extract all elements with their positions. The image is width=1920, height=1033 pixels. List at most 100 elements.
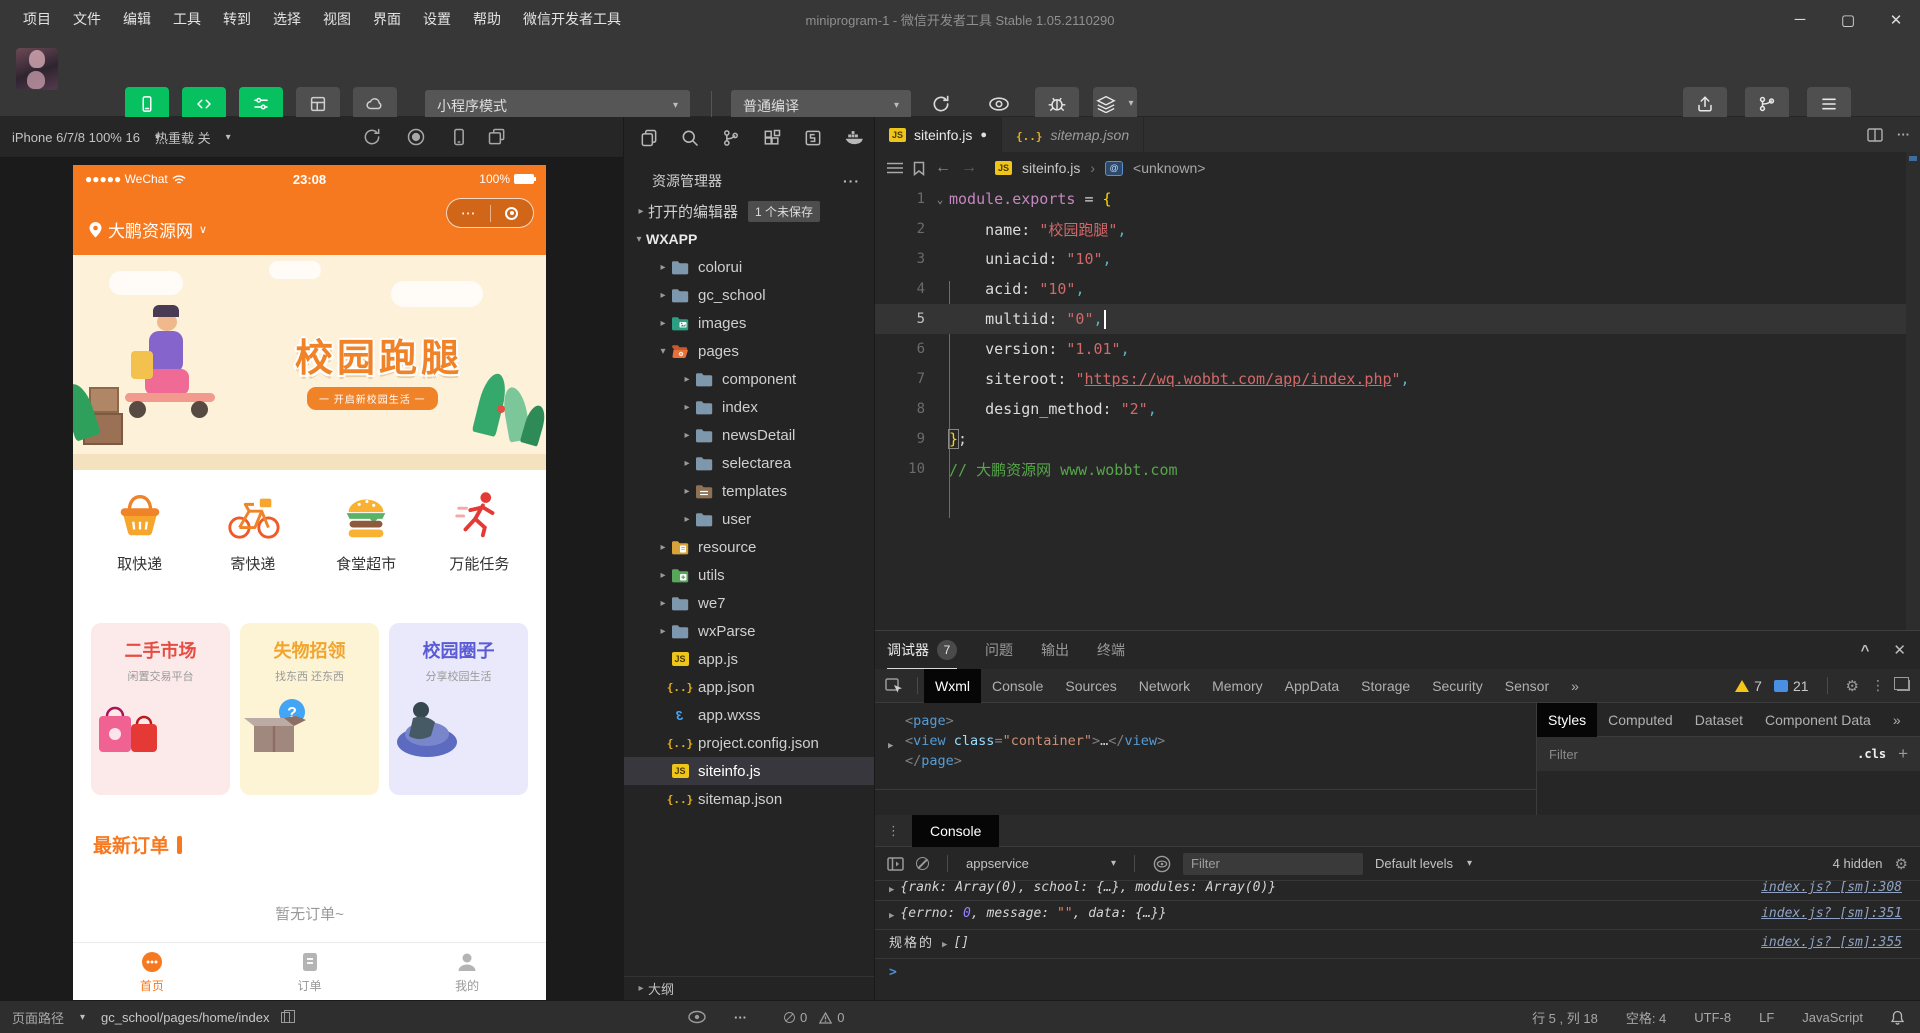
encoding[interactable]: UTF-8 — [1694, 1010, 1731, 1025]
log-levels-dropdown[interactable]: Default levels ▾ — [1375, 856, 1472, 871]
open-editors-section[interactable]: ▸ 打开的编辑器 1 个未保存 — [624, 197, 874, 225]
more-actions-icon[interactable]: ··· — [734, 1001, 747, 1033]
menu-item[interactable]: 界面 — [362, 0, 412, 39]
menu-item[interactable]: 转到 — [212, 0, 262, 39]
search-icon[interactable] — [680, 128, 700, 159]
styles-tab-Computed[interactable]: Computed — [1597, 703, 1684, 737]
tree-item-resource[interactable]: ▸resource — [624, 533, 874, 561]
tree-item-user[interactable]: ▸user — [624, 505, 874, 533]
eye-icon[interactable] — [1153, 855, 1171, 873]
more-icon[interactable]: ⋯ — [447, 204, 490, 222]
outline-list-icon[interactable] — [887, 162, 903, 174]
grid-item-bike[interactable]: 寄快递 — [209, 487, 297, 574]
capsule-close-icon[interactable] — [491, 207, 534, 220]
console-log-row[interactable]: ▶{errno: 0, message: "", data: {…}}index… — [875, 901, 1920, 930]
page-path-label[interactable]: 页面路径 — [12, 1008, 64, 1027]
context-dropdown[interactable]: appservice ▾ — [966, 856, 1116, 871]
warnings-indicator[interactable]: 7 — [1735, 678, 1762, 694]
tree-item-selectarea[interactable]: ▸selectarea — [624, 449, 874, 477]
menu-item[interactable]: 视图 — [312, 0, 362, 39]
eol-sequence[interactable]: LF — [1759, 1010, 1774, 1025]
console-log-row[interactable]: ▶{rank: Array(0), school: {…}, modules: … — [875, 881, 1920, 901]
multi-window-icon[interactable] — [487, 127, 509, 149]
menu-item[interactable]: 项目 — [12, 0, 62, 39]
grid-item-burger[interactable]: 食堂超市 — [322, 487, 410, 574]
problems-indicator[interactable]: 0 0 — [784, 1001, 844, 1033]
code-line-8[interactable]: 8 design_method: "2", — [875, 394, 1906, 424]
code-area[interactable]: 1⌄module.exports = {2 name: "校园跑腿",3 uni… — [875, 184, 1906, 630]
forward-icon[interactable]: → — [961, 159, 977, 177]
more-actions-icon[interactable]: ··· — [843, 173, 860, 189]
breadcrumb-file[interactable]: siteinfo.js — [1022, 160, 1080, 176]
panel-tab-调试器[interactable]: 调试器7 — [887, 631, 957, 669]
snippets-icon[interactable] — [803, 128, 823, 159]
hot-reload-dropdown[interactable]: 热重载 关▾ — [155, 117, 231, 158]
expand-arrow-icon[interactable]: ▶ — [942, 934, 947, 954]
close-icon[interactable]: ✕ — [1872, 0, 1920, 39]
editor-tab-sitemap.json[interactable]: {..}sitemap.json — [1002, 117, 1144, 152]
devtools-tab-Storage[interactable]: Storage — [1350, 669, 1421, 703]
undock-icon[interactable] — [1897, 680, 1910, 691]
avatar[interactable] — [16, 48, 58, 90]
tree-item-app.json[interactable]: {..}app.json — [624, 673, 874, 701]
eye-icon[interactable] — [688, 1010, 706, 1024]
tree-item-utils[interactable]: ▸utils — [624, 561, 874, 589]
source-control-icon[interactable] — [721, 128, 741, 159]
devtools-tab-Memory[interactable]: Memory — [1201, 669, 1274, 703]
tree-item-newsDetail[interactable]: ▸newsDetail — [624, 421, 874, 449]
panel-tab-问题[interactable]: 问题 — [985, 631, 1013, 669]
devtools-tab-Sensor[interactable]: Sensor — [1494, 669, 1560, 703]
menu-item[interactable]: 文件 — [62, 0, 112, 39]
expand-arrow-icon[interactable]: ▶ — [889, 881, 894, 899]
code-line-5[interactable]: 5 multiid: "0", — [875, 304, 1906, 334]
tree-item-images[interactable]: ▸images — [624, 309, 874, 337]
menu-item[interactable]: 工具 — [162, 0, 212, 39]
cls-toggle-button[interactable]: .cls — [1857, 747, 1886, 761]
menu-item[interactable]: 设置 — [412, 0, 462, 39]
source-link[interactable]: index.js? [sm]:308 — [1761, 881, 1902, 896]
phone-tab-home[interactable]: 首页 — [73, 943, 231, 1000]
kebab-menu-icon[interactable]: ⋮ — [887, 823, 900, 839]
tree-item-we7[interactable]: ▸we7 — [624, 589, 874, 617]
source-link[interactable]: index.js? [sm]:351 — [1761, 905, 1902, 922]
console-settings-gear-icon[interactable]: ⚙ — [1895, 855, 1908, 873]
notifications-bell-icon[interactable] — [1891, 1010, 1904, 1025]
wxml-node[interactable]: ▶<view class="container">…</view> — [875, 731, 1536, 751]
devtools-tab-Console[interactable]: Console — [981, 669, 1054, 703]
devtools-tab-Sources[interactable]: Sources — [1054, 669, 1127, 703]
menu-item[interactable]: 微信开发者工具 — [512, 0, 632, 39]
refresh-icon[interactable] — [362, 127, 384, 149]
unsaved-dot-icon[interactable]: ● — [980, 129, 987, 141]
bookmark-icon[interactable] — [913, 161, 925, 176]
overflow-tabs-icon[interactable]: » — [1882, 703, 1912, 737]
breadcrumb-symbol[interactable]: <unknown> — [1133, 160, 1205, 176]
devtools-tab-AppData[interactable]: AppData — [1274, 669, 1350, 703]
close-panel-icon[interactable]: ✕ — [1893, 641, 1906, 659]
tree-item-siteinfo.js[interactable]: JSsiteinfo.js — [624, 757, 874, 785]
tree-item-wxParse[interactable]: ▸wxParse — [624, 617, 874, 645]
outline-section[interactable]: ▸ 大纲 — [624, 976, 874, 1000]
feature-card[interactable]: 二手市场闲置交易平台 — [91, 623, 230, 795]
console-tab[interactable]: Console — [912, 815, 999, 847]
kebab-menu-icon[interactable]: ⋮ — [1871, 677, 1885, 694]
language-mode[interactable]: JavaScript — [1802, 1010, 1863, 1025]
fold-chevron-icon[interactable]: ⌄ — [931, 193, 949, 206]
collapse-panel-icon[interactable]: ^ — [1861, 642, 1870, 659]
code-line-3[interactable]: 3 uniacid: "10", — [875, 244, 1906, 274]
panel-tab-输出[interactable]: 输出 — [1041, 631, 1069, 669]
page-path-value[interactable]: gc_school/pages/home/index — [101, 1010, 269, 1025]
tree-item-index[interactable]: ▸index — [624, 393, 874, 421]
grid-item-basket[interactable]: 取快递 — [96, 487, 184, 574]
split-editor-icon[interactable] — [1867, 128, 1883, 142]
stop-icon[interactable] — [406, 127, 428, 149]
code-line-1[interactable]: 1⌄module.exports = { — [875, 184, 1906, 214]
docker-icon[interactable] — [844, 128, 866, 159]
feature-card[interactable]: 失物招领找东西 还东西? — [240, 623, 379, 795]
styles-tab-Styles[interactable]: Styles — [1537, 703, 1597, 737]
miniprogram-title[interactable]: 大鹏资源网 ∨ — [89, 217, 207, 242]
copy-path-icon[interactable] — [281, 1012, 290, 1023]
tree-item-sitemap.json[interactable]: {..}sitemap.json — [624, 785, 874, 813]
devtools-tab-Network[interactable]: Network — [1128, 669, 1201, 703]
info-indicator[interactable]: 21 — [1774, 678, 1809, 694]
cursor-position[interactable]: 行 5 , 列 18 — [1532, 1008, 1598, 1027]
